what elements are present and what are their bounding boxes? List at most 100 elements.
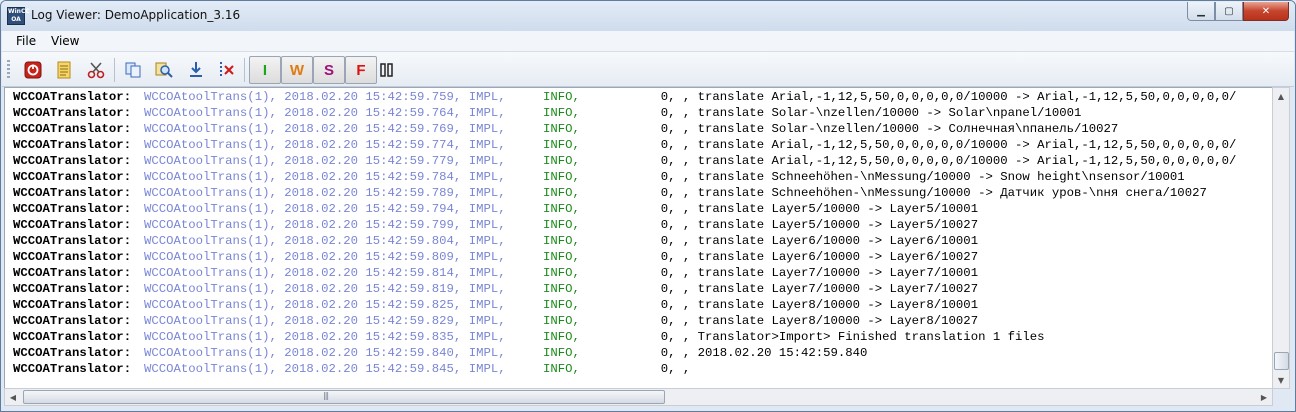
log-row[interactable]: WCCOATranslator: WCCOAtoolTrans(1), 2018.… [5, 329, 1272, 345]
caption-buttons: ▁ ▢ ✕ [1187, 2, 1289, 21]
log-source: WCCOAtoolTrans(1), 2018.02.20 15:42:59.7… [144, 90, 506, 104]
filter-fatal-label: F [356, 61, 366, 79]
log-message: 0, , translate Arial,-1,12,5,50,0,0,0,0,… [646, 90, 1237, 104]
log-message: 0, , translate Layer8/10000 -> Layer8/10… [646, 298, 979, 312]
horizontal-scrollbar[interactable]: ◀ ||| ▶ [4, 388, 1273, 406]
log-row[interactable]: WCCOATranslator: WCCOAtoolTrans(1), 2018.… [5, 201, 1272, 217]
log-severity: INFO, [543, 218, 580, 232]
log-row[interactable]: WCCOATranslator: WCCOAtoolTrans(1), 2018.… [5, 281, 1272, 297]
toolbar: I W S F [2, 52, 1294, 87]
log-row[interactable]: WCCOATranslator: WCCOAtoolTrans(1), 2018.… [5, 169, 1272, 185]
log-row[interactable]: WCCOATranslator: WCCOAtoolTrans(1), 2018.… [5, 137, 1272, 153]
log-message: 0, , translate Arial,-1,12,5,50,0,0,0,0,… [646, 154, 1237, 168]
maximize-button[interactable]: ▢ [1215, 2, 1243, 21]
log-severity: INFO, [543, 298, 580, 312]
log-message: 0, , 2018.02.20 15:42:59.840 [646, 346, 868, 360]
scroll-down-arrow-icon[interactable]: ▼ [1273, 372, 1289, 388]
filter-info-button[interactable]: I [249, 56, 281, 84]
log-message: 0, , translate Layer5/10000 -> Layer5/10… [646, 202, 979, 216]
app-icon[interactable]: WinCC OA [7, 7, 30, 25]
log-message: 0, , [646, 362, 691, 376]
log-row[interactable]: WCCOATranslator: WCCOAtoolTrans(1), 2018.… [5, 185, 1272, 201]
log-viewer-window: WinCC OA Log Viewer: DemoApplication_3.1… [0, 0, 1296, 412]
log-message: 0, , translate Arial,-1,12,5,50,0,0,0,0,… [646, 138, 1237, 152]
scroll-left-arrow-icon[interactable]: ◀ [5, 389, 21, 405]
log-row[interactable]: WCCOATranslator: WCCOAtoolTrans(1), 2018.… [5, 233, 1272, 249]
log-row[interactable]: WCCOATranslator: WCCOAtoolTrans(1), 2018.… [5, 217, 1272, 233]
log-message: 0, , translate Schneehöhen-\nMessung/100… [646, 170, 1185, 184]
log-list[interactable]: WCCOATranslator: WCCOAtoolTrans(1), 2018.… [4, 87, 1273, 389]
log-message: 0, , translate Layer6/10000 -> Layer6/10… [646, 250, 979, 264]
filter-fatal-button[interactable]: F [345, 56, 377, 84]
menu-file[interactable]: File [16, 34, 36, 48]
log-module: WCCOATranslator: [13, 122, 132, 136]
scroll-right-arrow-icon[interactable]: ▶ [1256, 389, 1272, 405]
columns-icon[interactable] [378, 60, 398, 80]
toolbar-grip[interactable] [7, 60, 10, 80]
log-row[interactable]: WCCOATranslator: WCCOAtoolTrans(1), 2018.… [5, 313, 1272, 329]
filter-warning-label: W [289, 61, 305, 79]
log-severity: INFO, [543, 122, 580, 136]
log-source: WCCOAtoolTrans(1), 2018.02.20 15:42:59.8… [144, 346, 506, 360]
log-source: WCCOAtoolTrans(1), 2018.02.20 15:42:59.8… [144, 330, 506, 344]
download-icon[interactable] [186, 60, 206, 80]
filter-severe-button[interactable]: S [313, 56, 345, 84]
log-module: WCCOATranslator: [13, 250, 132, 264]
log-severity: INFO, [543, 330, 580, 344]
log-row[interactable]: WCCOATranslator: WCCOAtoolTrans(1), 2018.… [5, 105, 1272, 121]
scroll-up-arrow-icon[interactable]: ▲ [1273, 88, 1289, 104]
log-severity: INFO, [543, 170, 580, 184]
log-message: 0, , translate Layer7/10000 -> Layer7/10… [646, 266, 979, 280]
log-module: WCCOATranslator: [13, 298, 132, 312]
copy-icon[interactable] [123, 60, 143, 80]
scroll-grip: ||| [323, 391, 329, 400]
log-severity: INFO, [543, 250, 580, 264]
log-row[interactable]: WCCOATranslator: WCCOAtoolTrans(1), 2018.… [5, 361, 1272, 377]
clear-icon[interactable] [216, 60, 236, 80]
scissors-icon[interactable] [86, 60, 106, 80]
minimize-button[interactable]: ▁ [1187, 2, 1215, 21]
log-severity: INFO, [543, 314, 580, 328]
log-severity: INFO, [543, 362, 580, 376]
log-row[interactable]: WCCOATranslator: WCCOAtoolTrans(1), 2018.… [5, 297, 1272, 313]
log-row[interactable]: WCCOATranslator: WCCOAtoolTrans(1), 2018.… [5, 345, 1272, 361]
log-row[interactable]: WCCOATranslator: WCCOAtoolTrans(1), 2018.… [5, 121, 1272, 137]
filter-warning-button[interactable]: W [281, 56, 313, 84]
close-icon: ✕ [1261, 5, 1271, 17]
log-source: WCCOAtoolTrans(1), 2018.02.20 15:42:59.7… [144, 122, 506, 136]
close-button[interactable]: ✕ [1243, 2, 1289, 21]
log-severity: INFO, [543, 90, 580, 104]
log-message: 0, , Translator>Import> Finished transla… [646, 330, 1045, 344]
log-module: WCCOATranslator: [13, 138, 132, 152]
log-source: WCCOAtoolTrans(1), 2018.02.20 15:42:59.8… [144, 250, 506, 264]
log-module: WCCOATranslator: [13, 314, 132, 328]
notes-icon[interactable] [54, 60, 74, 80]
vertical-scrollbar[interactable]: ▲ ▼ [1272, 87, 1290, 389]
log-severity: INFO, [543, 282, 580, 296]
log-severity: INFO, [543, 106, 580, 120]
log-row[interactable]: WCCOATranslator: WCCOAtoolTrans(1), 2018.… [5, 89, 1272, 105]
log-source: WCCOAtoolTrans(1), 2018.02.20 15:42:59.8… [144, 282, 506, 296]
log-module: WCCOATranslator: [13, 266, 132, 280]
vertical-scroll-thumb[interactable] [1274, 352, 1289, 370]
log-module: WCCOATranslator: [13, 186, 132, 200]
log-module: WCCOATranslator: [13, 330, 132, 344]
log-source: WCCOAtoolTrans(1), 2018.02.20 15:42:59.7… [144, 186, 506, 200]
log-severity: INFO, [543, 154, 580, 168]
log-severity: INFO, [543, 186, 580, 200]
filter-info-label: I [262, 61, 268, 79]
log-severity: INFO, [543, 266, 580, 280]
log-message: 0, , translate Solar-\nzellen/10000 -> S… [646, 106, 1082, 120]
horizontal-scroll-thumb[interactable] [23, 390, 665, 404]
log-row[interactable]: WCCOATranslator: WCCOAtoolTrans(1), 2018.… [5, 153, 1272, 169]
log-row[interactable]: WCCOATranslator: WCCOAtoolTrans(1), 2018.… [5, 265, 1272, 281]
log-message: 0, , translate Layer6/10000 -> Layer6/10… [646, 234, 979, 248]
stop-icon[interactable] [23, 60, 43, 80]
log-module: WCCOATranslator: [13, 90, 132, 104]
log-source: WCCOAtoolTrans(1), 2018.02.20 15:42:59.7… [144, 218, 506, 232]
search-icon[interactable] [154, 60, 174, 80]
title-bar[interactable]: WinCC OA Log Viewer: DemoApplication_3.1… [1, 1, 1295, 31]
log-row[interactable]: WCCOATranslator: WCCOAtoolTrans(1), 2018.… [5, 249, 1272, 265]
menu-view[interactable]: View [51, 34, 79, 48]
log-source: WCCOAtoolTrans(1), 2018.02.20 15:42:59.7… [144, 106, 506, 120]
